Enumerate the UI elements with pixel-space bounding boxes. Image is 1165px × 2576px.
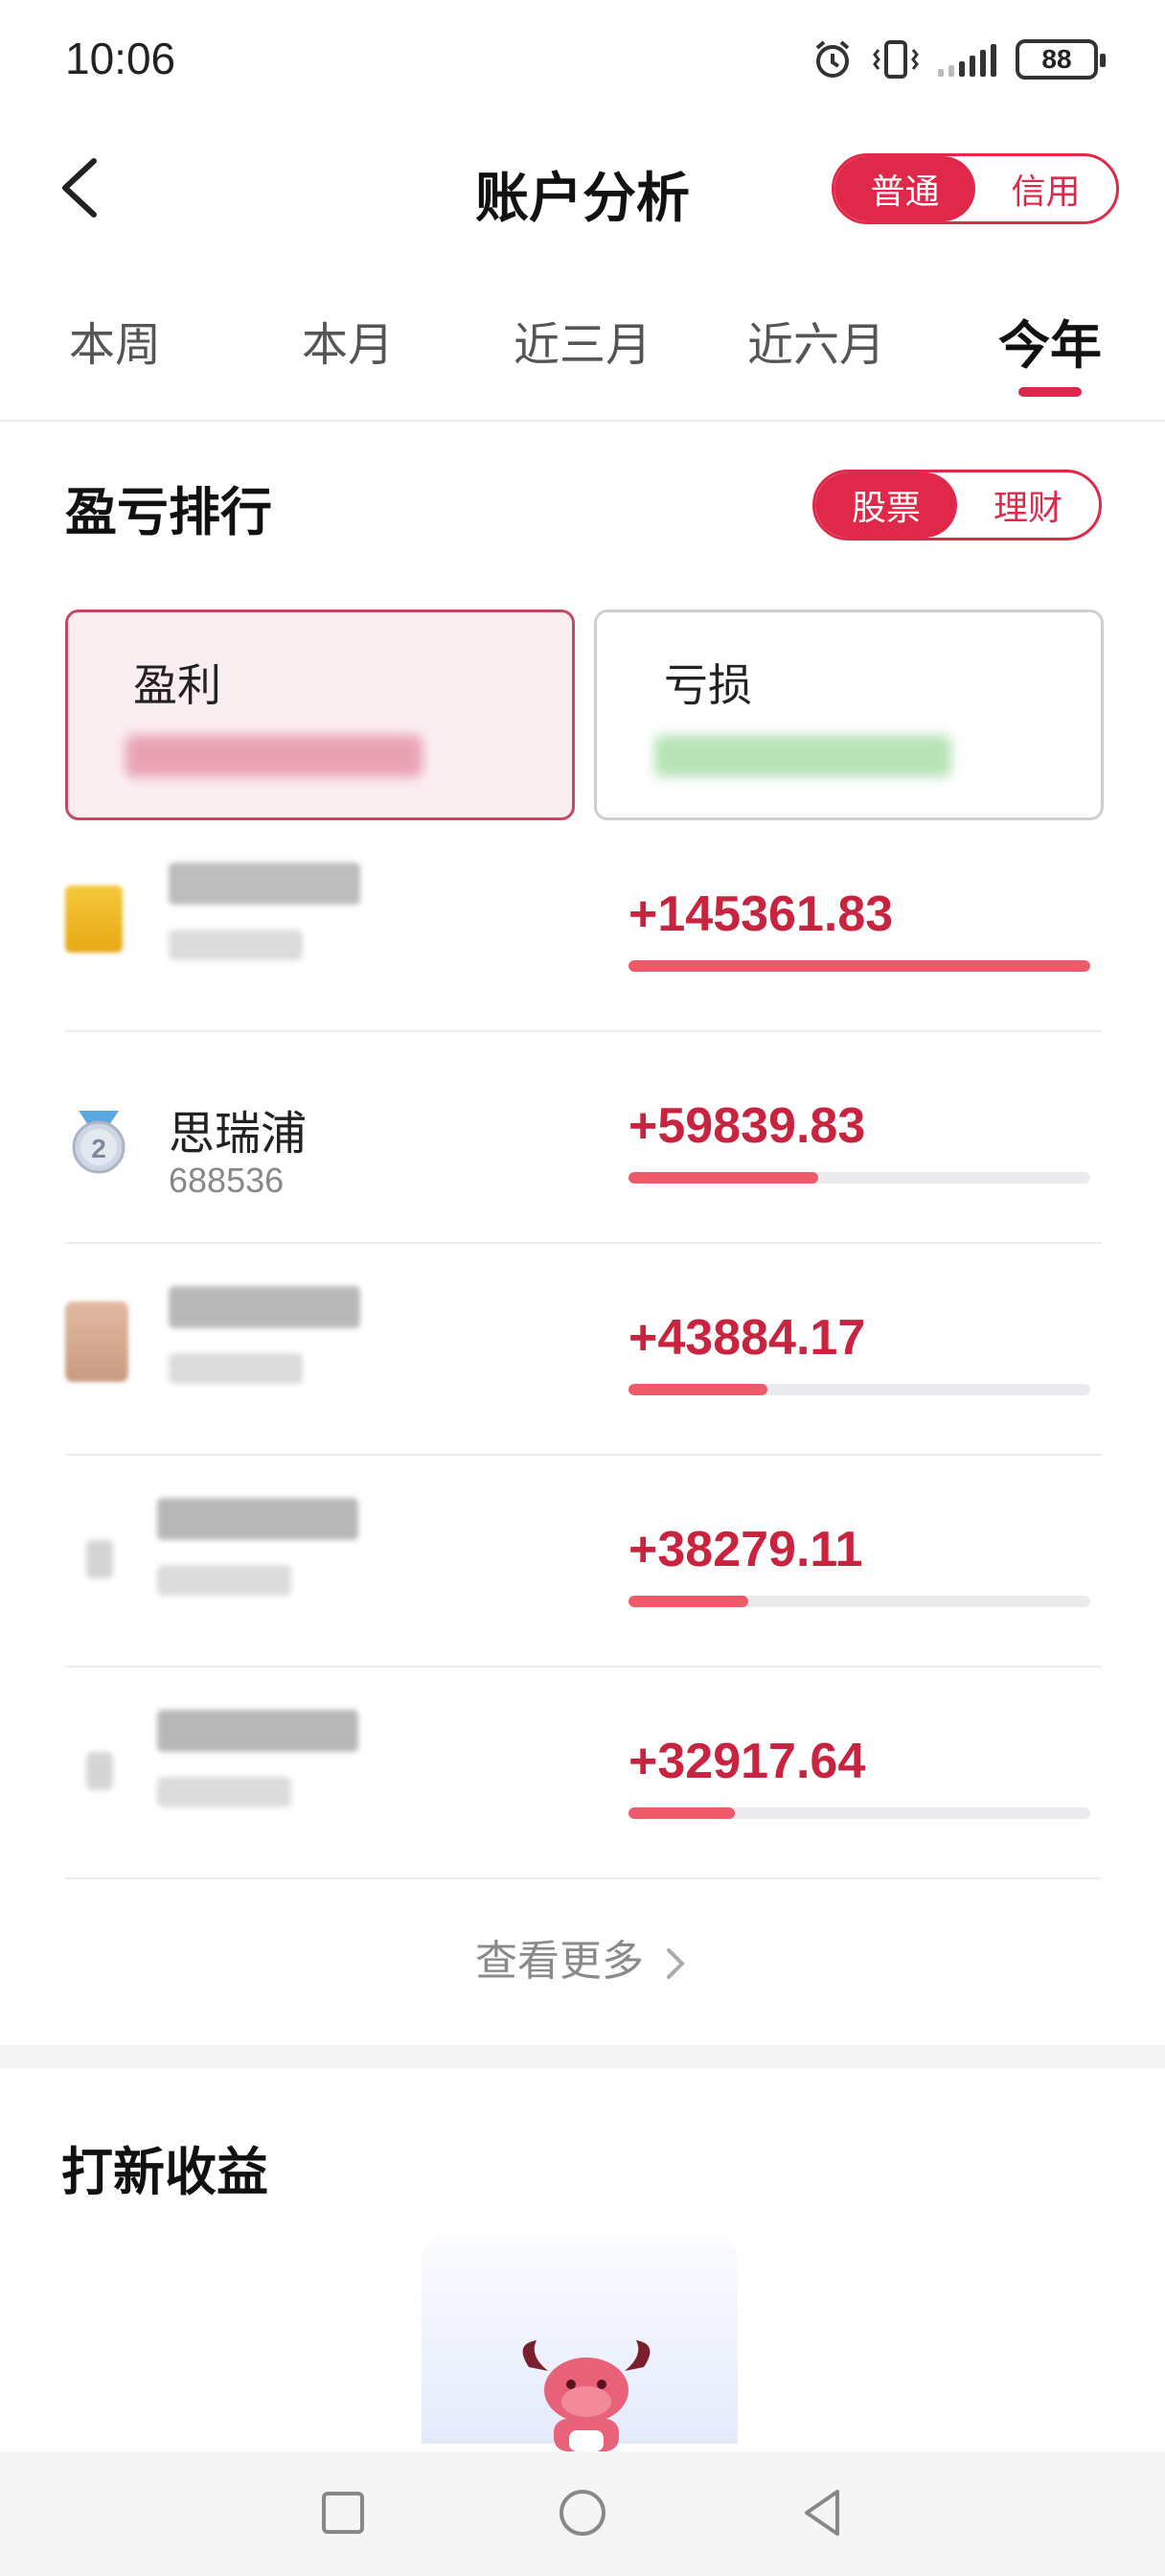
stock-code-redacted [157, 1565, 291, 1596]
tab-three-months[interactable]: 近三月 [487, 307, 678, 374]
pnl-value: +145361.83 [628, 886, 894, 942]
stock-name-redacted [169, 1286, 360, 1328]
alarm-icon [815, 40, 850, 78]
ipo-title: 打新收益 [61, 2142, 268, 2202]
pnl-value: +43884.17 [628, 1310, 866, 1366]
system-nav-bar [0, 2451, 1165, 2576]
tab-six-months[interactable]: 近六月 [720, 307, 912, 374]
stock-code: 688536 [169, 1161, 285, 1200]
bronze-medal-icon [65, 1301, 128, 1382]
loss-amount-redacted [654, 735, 951, 777]
view-more-label: 查看更多 [475, 1937, 644, 1986]
pnl-bar-fill [628, 1172, 818, 1184]
profit-card[interactable]: 盈利 [65, 610, 575, 820]
ranking-list: +145361.83 2 思瑞浦 688536 +59839.83 +43884… [65, 820, 1102, 1879]
stock-name-redacted [157, 1710, 358, 1752]
toggle-credit[interactable]: 信用 [975, 156, 1116, 221]
silver-medal-icon: 2 [72, 1111, 126, 1174]
toggle-wealth[interactable]: 理财 [957, 472, 1099, 538]
loss-card[interactable]: 亏损 [594, 610, 1104, 820]
pnl-bar [628, 1384, 1090, 1395]
toggle-stocks[interactable]: 股票 [815, 472, 957, 538]
toggle-normal[interactable]: 普通 [834, 156, 975, 221]
status-icons: 88 [811, 36, 1106, 82]
ranking-title: 盈亏排行 [65, 482, 272, 542]
svg-text:2: 2 [91, 1134, 106, 1163]
pnl-bar-fill [628, 1807, 735, 1819]
pnl-bar [628, 1807, 1090, 1819]
rank-number-redacted [86, 1540, 113, 1578]
home-circle-icon[interactable] [554, 2484, 611, 2542]
loss-card-label: 亏损 [664, 659, 752, 711]
view-more-link[interactable]: 查看更多 [0, 1926, 1165, 1988]
stock-code-redacted [169, 930, 303, 960]
period-tabs: 本周 本月 近三月 近六月 今年 [0, 288, 1165, 422]
battery-icon: 88 [1016, 39, 1106, 80]
status-bar: 10:06 88 [0, 0, 1165, 117]
list-item[interactable]: +38279.11 [65, 1456, 1102, 1668]
pnl-value: +32917.64 [628, 1734, 866, 1789]
chevron-right-icon [667, 1948, 685, 1979]
stock-name-redacted [169, 862, 360, 905]
pnl-bar-fill [628, 1384, 767, 1395]
header: 账户分析 普通 信用 [0, 117, 1165, 259]
list-item[interactable]: +145361.83 [65, 820, 1102, 1032]
pnl-bar-fill [628, 960, 1090, 972]
tab-this-year[interactable]: 今年 [954, 303, 1146, 379]
stock-code-redacted [169, 1353, 303, 1384]
stock-code-redacted [157, 1777, 291, 1807]
pnl-bar-fill [628, 1596, 749, 1607]
list-item[interactable]: 2 思瑞浦 688536 +59839.83 [65, 1032, 1102, 1244]
pnl-bar [628, 1172, 1090, 1184]
bull-mascot-icon [522, 2340, 651, 2451]
back-triangle-icon[interactable] [795, 2484, 853, 2542]
tab-indicator [1018, 387, 1082, 397]
stock-name: 思瑞浦 [169, 1107, 308, 1161]
tab-this-week[interactable]: 本周 [19, 307, 211, 374]
account-type-toggle[interactable]: 普通 信用 [832, 153, 1119, 224]
tab-this-month[interactable]: 本月 [252, 307, 444, 374]
section-divider [0, 2045, 1165, 2068]
pnl-bar [628, 1596, 1090, 1607]
signal-icon [938, 42, 996, 77]
status-time: 10:06 [65, 34, 176, 83]
asset-type-toggle[interactable]: 股票 理财 [812, 470, 1102, 540]
list-item[interactable]: +32917.64 [65, 1668, 1102, 1879]
rank-number-redacted [86, 1752, 113, 1790]
pnl-bar [628, 960, 1090, 972]
gold-medal-icon [65, 886, 123, 953]
profit-amount-redacted [126, 735, 423, 777]
pnl-value: +59839.83 [628, 1098, 866, 1154]
pnl-value: +38279.11 [628, 1522, 863, 1577]
recent-apps-square-icon[interactable] [314, 2484, 372, 2542]
list-item[interactable]: +43884.17 [65, 1244, 1102, 1456]
vibrate-icon [873, 40, 919, 79]
profit-card-label: 盈利 [133, 659, 221, 711]
stock-name-redacted [157, 1498, 358, 1540]
